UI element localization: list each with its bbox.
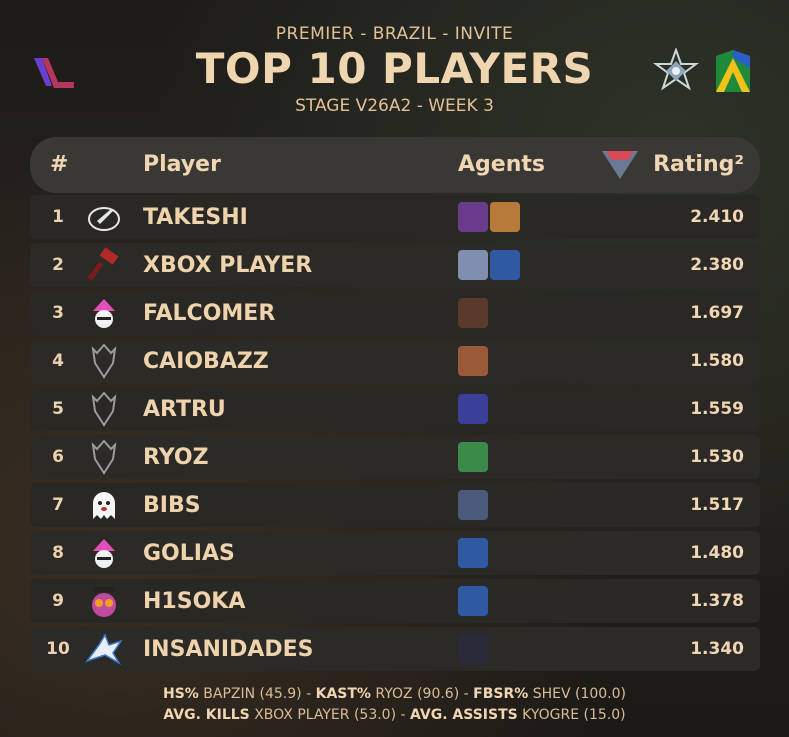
table-header: # Player Agents Rating² xyxy=(30,137,760,193)
rating-logo-icon xyxy=(602,151,638,179)
agent-portrait xyxy=(458,298,488,328)
agent-portrait xyxy=(458,346,488,376)
player-rating: 1.480 xyxy=(690,543,744,563)
pink-hat-team-icon xyxy=(93,299,115,328)
stats-footer: HS% BAPZIN (45.9) - KAST% RYOZ (90.6) - … xyxy=(0,684,789,726)
column-agents: Agents xyxy=(458,152,545,177)
agent-portrait xyxy=(458,442,488,472)
player-name: XBOX PLAYER xyxy=(143,253,313,278)
agent-list xyxy=(458,202,520,232)
kast-label: KAST% xyxy=(315,686,371,702)
table-row: 7 BIBS 1.517 xyxy=(30,483,760,527)
player-rating: 1.697 xyxy=(690,303,744,323)
agent-portrait xyxy=(458,394,488,424)
agent-portrait xyxy=(490,202,520,232)
player-name: GOLIAS xyxy=(143,541,235,566)
table-row: 1 TAKESHI 2.410 xyxy=(30,195,760,239)
agent-list xyxy=(458,634,488,664)
player-name: FALCOMER xyxy=(143,301,276,326)
brazil-flag-icon xyxy=(716,50,750,92)
row-rank: 2 xyxy=(52,255,64,275)
avg-kills-label: AVG. KILLS xyxy=(163,707,250,723)
player-rating: 1.580 xyxy=(690,351,744,371)
wolf-team-icon xyxy=(85,633,123,666)
table-row: 3 FALCOMER 1.697 xyxy=(30,291,760,335)
stage-label: STAGE V26A2 - WEEK 3 xyxy=(295,96,494,116)
player-rating: 1.530 xyxy=(690,447,744,467)
column-rating: Rating² xyxy=(653,152,744,177)
hs-label: HS% xyxy=(162,686,199,702)
agent-portrait xyxy=(490,250,520,280)
pink-hat-team-icon xyxy=(93,539,115,568)
agent-list xyxy=(458,586,488,616)
player-name: CAIOBAZZ xyxy=(143,349,269,374)
page-header: PREMIER - BRAZIL - INVITE TOP 10 PLAYERS… xyxy=(0,0,789,130)
row-rank: 4 xyxy=(52,351,64,371)
row-rank: 9 xyxy=(52,591,64,611)
agent-portrait xyxy=(458,586,488,616)
row-rank: 7 xyxy=(52,495,64,515)
table-row: 8 GOLIAS 1.480 xyxy=(30,531,760,575)
page-subtitle: PREMIER - BRAZIL - INVITE xyxy=(275,24,514,44)
agent-list xyxy=(458,298,488,328)
avg-assists-value: KYOGRE (15.0) xyxy=(522,707,626,723)
hammer-team-icon xyxy=(87,247,119,281)
agent-portrait xyxy=(458,250,488,280)
column-player: Player xyxy=(143,152,221,177)
row-rank: 6 xyxy=(52,447,64,467)
player-rating: 1.559 xyxy=(690,399,744,419)
player-rating: 1.517 xyxy=(690,495,744,515)
agent-list xyxy=(458,346,488,376)
row-rank: 5 xyxy=(52,399,64,419)
player-name: RYOZ xyxy=(143,445,209,470)
footer-line-1: HS% BAPZIN (45.9) - KAST% RYOZ (90.6) - … xyxy=(162,686,626,702)
footer-line-2: AVG. KILLS XBOX PLAYER (53.0) - AVG. ASS… xyxy=(163,707,626,723)
player-rating: 1.340 xyxy=(690,639,744,659)
player-rating: 2.380 xyxy=(690,255,744,275)
avg-kills-value: XBOX PLAYER (53.0) xyxy=(254,707,397,723)
player-name: H1SOKA xyxy=(143,589,246,614)
agent-list xyxy=(458,394,488,424)
table-row: 9 H1SOKA 1.378 xyxy=(30,579,760,623)
players-table: 1 TAKESHI 2.410 2 XBOX PLAYER 2.380 3 FA… xyxy=(30,195,760,675)
ghost-team-icon xyxy=(93,492,115,519)
fbsr-label: FBSR% xyxy=(473,686,529,702)
fbsr-value: SHEV (100.0) xyxy=(532,686,626,702)
player-name: BIBS xyxy=(143,493,201,518)
table-row: 10 INSANIDADES 1.340 xyxy=(30,627,760,671)
row-rank: 1 xyxy=(52,207,64,227)
agent-portrait xyxy=(458,634,488,664)
agent-list xyxy=(458,490,488,520)
table-row: 2 XBOX PLAYER 2.380 xyxy=(30,243,760,287)
agent-portrait xyxy=(458,202,488,232)
dragon-team-icon xyxy=(91,343,117,379)
avg-assists-label: AVG. ASSISTS xyxy=(410,707,518,723)
agent-list xyxy=(458,442,488,472)
owl-team-icon xyxy=(92,587,116,617)
agent-portrait xyxy=(458,490,488,520)
player-rating: 1.378 xyxy=(690,591,744,611)
row-rank: 8 xyxy=(52,543,64,563)
table-row: 6 RYOZ 1.530 xyxy=(30,435,760,479)
player-rating: 2.410 xyxy=(690,207,744,227)
agent-list xyxy=(458,250,520,280)
player-name: TAKESHI xyxy=(143,205,248,230)
player-name: INSANIDADES xyxy=(143,637,314,662)
agent-list xyxy=(458,538,488,568)
agent-portrait xyxy=(458,538,488,568)
rocket-team-icon xyxy=(88,207,120,231)
row-rank: 3 xyxy=(52,303,64,323)
table-row: 5 ARTRU 1.559 xyxy=(30,387,760,431)
column-rank: # xyxy=(50,152,69,177)
dragon-team-icon xyxy=(91,439,117,475)
dragon-team-icon xyxy=(91,391,117,427)
kast-value: RYOZ (90.6) xyxy=(375,686,460,702)
row-rank: 10 xyxy=(46,639,70,659)
player-name: ARTRU xyxy=(143,397,226,422)
hs-value: BAPZIN (45.9) xyxy=(203,686,302,702)
table-row: 4 CAIOBAZZ 1.580 xyxy=(30,339,760,383)
premier-badge-icon xyxy=(653,48,699,91)
